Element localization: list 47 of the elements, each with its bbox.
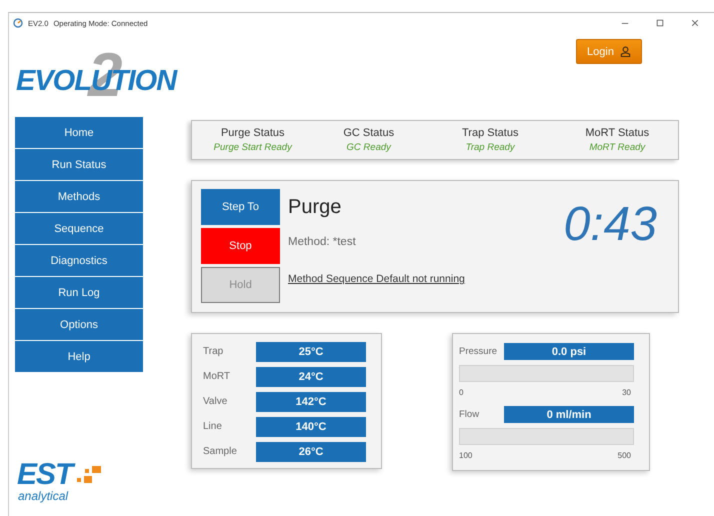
temperature-value: 140°C (256, 416, 366, 436)
sequence-link[interactable]: Method Sequence Default not running (288, 273, 465, 285)
status-label: Purge Status (220, 127, 285, 139)
gauge-value: 0.0 psi (504, 343, 634, 360)
temperature-value: 25°C (256, 342, 366, 362)
scale-max: 500 (618, 451, 631, 460)
method-label: Method: *test (288, 236, 357, 248)
gauge-value: 0 ml/min (504, 406, 634, 423)
user-icon (620, 46, 631, 57)
temperature-label: MoRT (203, 371, 232, 382)
app-icon (13, 18, 23, 28)
status-label: Trap Status (462, 127, 518, 139)
run-control-button[interactable]: Step To (201, 189, 280, 225)
status-value: Trap Ready (466, 142, 515, 153)
nav-item[interactable]: Home (15, 117, 143, 148)
temperature-value: 26°C (256, 442, 366, 462)
login-button[interactable]: Login (576, 39, 642, 64)
gauge-label: Flow (459, 409, 480, 420)
temperature-label: Line (203, 421, 223, 432)
temperature-label: Sample (203, 446, 238, 457)
brand-tagline: analytical (18, 490, 70, 502)
gauge-label: Pressure (459, 346, 498, 357)
nav-item[interactable]: Run Log (15, 277, 143, 308)
status-label: MoRT Status (585, 127, 650, 139)
temperature-value: 142°C (256, 392, 366, 412)
temperature-value: 24°C (256, 366, 366, 386)
nav-item[interactable]: Help (15, 341, 143, 372)
status-label: GC Status (343, 127, 394, 139)
nav-item[interactable]: Methods (15, 181, 143, 212)
scale-min: 0 (459, 388, 464, 397)
status-value: GC Ready (346, 142, 391, 153)
temperature-label: Valve (203, 396, 228, 407)
nav-item[interactable]: Run Status (15, 149, 143, 180)
temperature-label: Trap (203, 346, 224, 357)
run-control-button[interactable]: Stop (201, 228, 280, 264)
scale-max: 30 (622, 388, 631, 397)
status-value: MoRT Ready (589, 142, 646, 153)
timer: 0:43 (564, 197, 657, 253)
status-value: Purge Start Ready (214, 142, 292, 153)
maximize-icon[interactable] (656, 19, 664, 27)
step-title: Purge (288, 196, 342, 219)
squares-icon (75, 465, 104, 485)
scale-min: 100 (459, 451, 472, 460)
nav-item[interactable]: Diagnostics (15, 245, 143, 276)
nav-item[interactable]: Options (15, 309, 143, 340)
nav-item[interactable]: Sequence (15, 213, 143, 244)
close-icon[interactable] (691, 19, 699, 27)
